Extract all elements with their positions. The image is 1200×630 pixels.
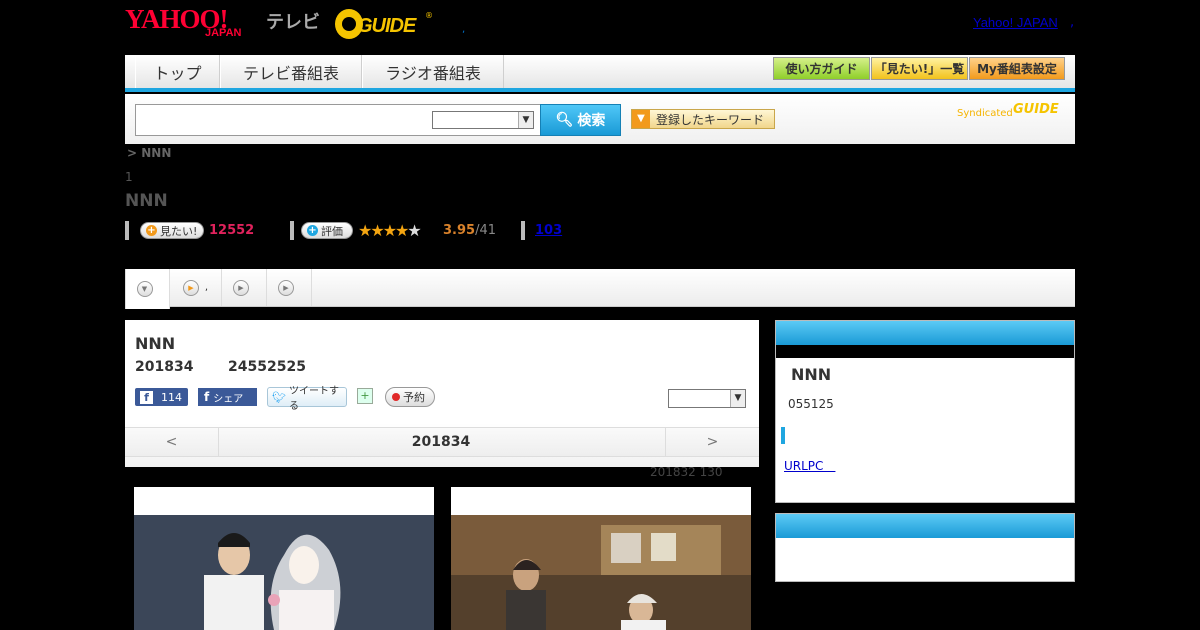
tab-radio-schedule[interactable]: ラジオ番組表 bbox=[362, 55, 504, 88]
facebook-like-button[interactable]: f 114 bbox=[135, 388, 188, 406]
twitter-bird-icon: 🐦︎ bbox=[272, 390, 286, 404]
play-icon: ▶ bbox=[233, 279, 249, 296]
header-extra-link[interactable]: , bbox=[1070, 15, 1074, 30]
triangle-down-icon: ▼ bbox=[632, 110, 650, 128]
episode-card: NNN 201834 24552525 f 114 f シェア 🐦︎ ツイートす… bbox=[125, 320, 759, 467]
want-count: 12552 bbox=[209, 223, 255, 238]
episode-tab-bar: ▼ ▶ , ▶ ▶ bbox=[125, 269, 1075, 309]
plus-icon: + bbox=[307, 225, 318, 236]
chevron-down-icon: ▼ bbox=[730, 390, 745, 407]
chevron-down-icon: ▼ bbox=[136, 281, 153, 297]
photo-image bbox=[134, 515, 434, 630]
episode-select[interactable]: ▼ bbox=[668, 389, 746, 408]
episode-time: 24552525 bbox=[228, 359, 306, 375]
episode-date: 201834 bbox=[135, 359, 194, 375]
star-empty-icon: ★ bbox=[407, 221, 421, 240]
stat-divider bbox=[290, 221, 294, 240]
search-icon: 🔍︎ bbox=[555, 112, 574, 128]
search-bar: ▼ 🔍︎ 検索 ▼ 登録したキーワード Syndicated GUIDE bbox=[125, 94, 1075, 144]
review-count-link[interactable]: 103 bbox=[535, 223, 562, 238]
panel-title: NNN bbox=[791, 365, 832, 384]
panel-subheader bbox=[776, 345, 1074, 358]
program-title: NNN bbox=[125, 191, 168, 211]
play-icon: ▶ bbox=[278, 279, 294, 296]
previous-episode-button[interactable]: < bbox=[125, 428, 219, 456]
play-icon: ▶ bbox=[182, 279, 199, 296]
tab-third[interactable]: ▶ bbox=[222, 269, 267, 306]
kitchen-photo-image bbox=[451, 515, 751, 630]
plus-icon: + bbox=[146, 225, 157, 236]
facebook-icon: f bbox=[140, 390, 153, 404]
gguide-logo[interactable]: GUIDE ® bbox=[335, 9, 433, 41]
next-episode-button[interactable]: > bbox=[665, 428, 759, 456]
panel-header bbox=[776, 514, 1074, 538]
panel-subtitle: 055125 bbox=[788, 397, 834, 411]
facebook-icon: f bbox=[204, 390, 210, 404]
yahoo-japan-link[interactable]: Yahoo! JAPAN bbox=[973, 15, 1058, 30]
episode-photo[interactable] bbox=[451, 487, 751, 630]
reserve-button[interactable]: 予約 bbox=[385, 387, 435, 407]
registered-keywords-button[interactable]: ▼ 登録したキーワード bbox=[631, 109, 775, 129]
episode-number: 1 bbox=[125, 170, 133, 184]
episode-pager: < 201834 > bbox=[125, 427, 759, 457]
syndicated-gguide-logo: GUIDE bbox=[1013, 102, 1059, 117]
wedding-photo-image bbox=[134, 515, 434, 630]
tweet-button[interactable]: 🐦︎ ツイートする bbox=[267, 386, 347, 412]
official-url-link[interactable]: URLPC bbox=[784, 457, 835, 474]
want-list-button[interactable]: 「見たい!」一覧 bbox=[871, 57, 968, 80]
yahoo-japan-label: JAPAN bbox=[205, 27, 242, 39]
episode-photo[interactable] bbox=[134, 487, 434, 630]
page: YAHOO! JAPAN テレビ GUIDE ® , Yahoo! JAPAN … bbox=[0, 0, 1200, 630]
search-button[interactable]: 🔍︎ 検索 bbox=[540, 104, 621, 136]
tab-episodes[interactable]: ▼ bbox=[125, 269, 170, 309]
tab-top[interactable]: トップ bbox=[135, 55, 220, 88]
stat-divider bbox=[521, 221, 525, 240]
syndicated-label: Syndicated bbox=[957, 108, 1013, 119]
star-icon: ★ bbox=[370, 221, 384, 240]
tab-tv-schedule[interactable]: テレビ番組表 bbox=[220, 55, 362, 88]
star-icon: ★ bbox=[358, 221, 372, 240]
episode-title: NNN bbox=[135, 334, 176, 353]
section-marker bbox=[781, 427, 785, 444]
tv-label[interactable]: テレビ bbox=[266, 8, 320, 34]
header-dot: , bbox=[462, 24, 466, 35]
photo-image bbox=[451, 515, 751, 630]
want-button[interactable]: + 見たい! bbox=[140, 222, 204, 239]
facebook-share-button[interactable]: f シェア bbox=[198, 388, 257, 406]
tab-second[interactable]: ▶ , bbox=[170, 269, 222, 306]
stat-divider bbox=[125, 221, 129, 240]
rating-value: 3.95/41 bbox=[443, 223, 496, 238]
star-icon: ★ bbox=[395, 221, 409, 240]
secondary-panel bbox=[775, 513, 1075, 582]
panel-header bbox=[776, 321, 1074, 345]
guide-button[interactable]: 使い方ガイド bbox=[773, 57, 870, 80]
record-dot-icon bbox=[392, 393, 400, 401]
program-info-panel: NNN 055125 URLPC bbox=[775, 320, 1075, 503]
my-schedule-settings-button[interactable]: My番組表設定 bbox=[969, 57, 1065, 80]
rating-stars: ★★★★★ bbox=[358, 221, 422, 240]
breadcrumb[interactable]: > NNN bbox=[127, 146, 171, 160]
updated-timestamp: 201832 130 bbox=[650, 465, 723, 479]
chevron-down-icon: ▼ bbox=[518, 112, 533, 128]
tab-fourth[interactable]: ▶ bbox=[267, 269, 312, 306]
add-bookmark-icon[interactable]: + bbox=[357, 388, 373, 404]
search-category-select[interactable]: ▼ bbox=[432, 111, 534, 129]
star-icon: ★ bbox=[382, 221, 397, 240]
main-nav: トップ テレビ番組表 ラジオ番組表 使い方ガイド 「見たい!」一覧 My番組表設… bbox=[125, 55, 1075, 92]
pager-date: 201834 bbox=[411, 434, 471, 450]
rate-button[interactable]: + 評価 bbox=[301, 222, 353, 239]
